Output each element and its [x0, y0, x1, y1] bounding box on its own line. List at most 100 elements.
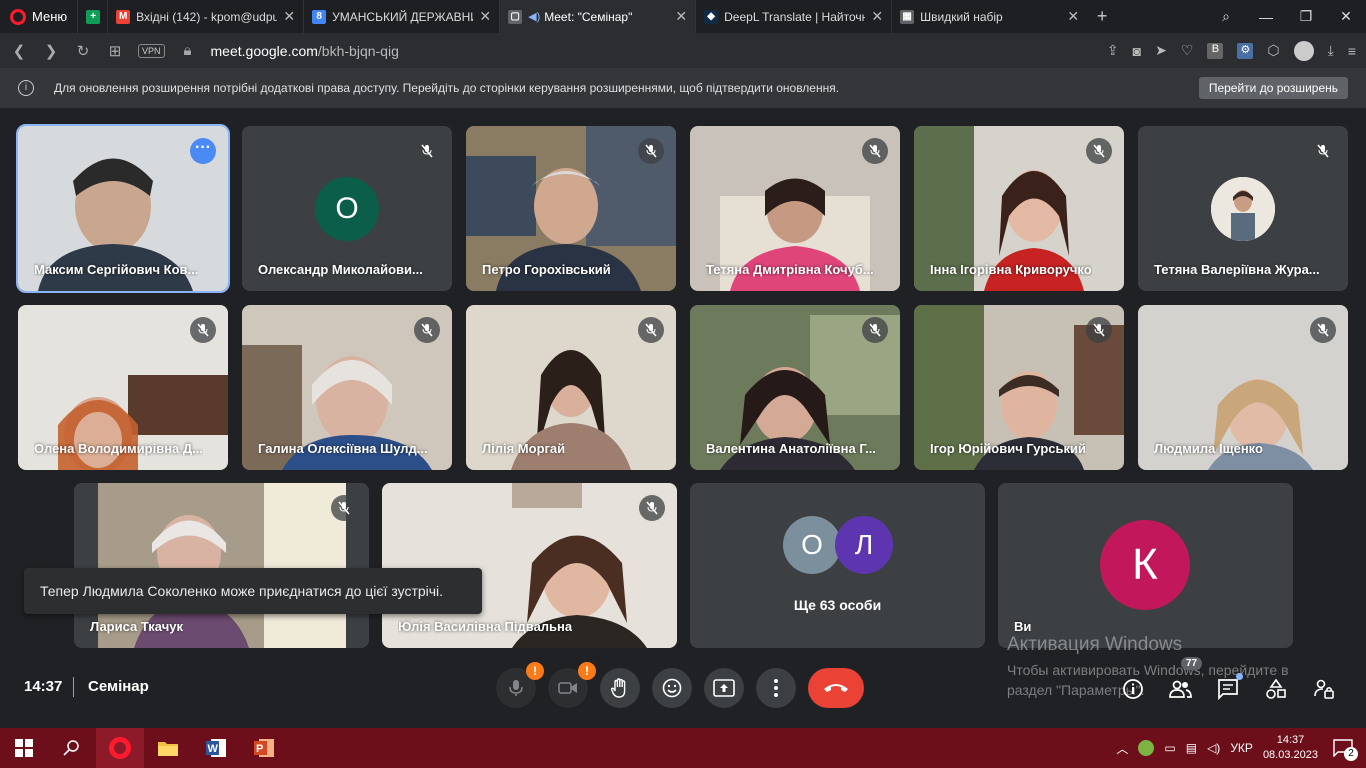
- reload-icon[interactable]: ↻: [74, 42, 92, 60]
- participant-tile[interactable]: Галина Олексіївна Шулд...: [242, 305, 452, 470]
- participant-tile[interactable]: Олена Володимирівна Д...: [18, 305, 228, 470]
- url-path: /bkh-bjqn-qig: [317, 42, 399, 59]
- windows-logo-icon: [15, 739, 33, 757]
- activities-button[interactable]: [1263, 676, 1289, 702]
- chat-icon: [1218, 679, 1238, 700]
- close-icon[interactable]: ✕: [871, 8, 883, 25]
- microphone-button[interactable]: !: [496, 662, 544, 708]
- more-options-icon[interactable]: ···: [190, 138, 216, 164]
- forward-icon[interactable]: ❯: [42, 42, 60, 60]
- close-icon[interactable]: ✕: [675, 8, 687, 25]
- send-icon[interactable]: ➤: [1155, 42, 1167, 59]
- notification-count: 2: [1344, 747, 1358, 761]
- present-screen-button[interactable]: [704, 668, 744, 708]
- tray-app-icon[interactable]: [1138, 740, 1155, 756]
- host-controls-button[interactable]: [1311, 676, 1337, 702]
- participant-tile[interactable]: Лариса Ткачук: [74, 483, 369, 648]
- extension-b-icon[interactable]: B: [1207, 42, 1224, 59]
- participant-tile[interactable]: Людмила Іщенко: [1138, 305, 1348, 470]
- activation-title: Активация Windows: [1007, 634, 1183, 655]
- download-icon[interactable]: ⤓: [1328, 42, 1334, 59]
- language-indicator[interactable]: УКР: [1230, 741, 1253, 755]
- smile-icon: [662, 678, 682, 698]
- opera-icon: [109, 737, 131, 759]
- clock[interactable]: 14:37 08.03.2023: [1263, 733, 1318, 763]
- start-button[interactable]: [0, 728, 48, 768]
- powerpoint-icon: P: [254, 739, 274, 757]
- mic-off-icon: [1086, 138, 1112, 164]
- new-tab-button[interactable]: +: [1087, 6, 1117, 27]
- self-tile[interactable]: К Ви: [998, 483, 1293, 648]
- participant-name: Тетяна Валеріївна Жура...: [1154, 262, 1320, 277]
- tabs-grid-icon[interactable]: ⊞: [106, 42, 124, 60]
- cube-icon[interactable]: ⬡: [1267, 42, 1279, 59]
- participant-tile[interactable]: Тетяна Валеріївна Жура...: [1138, 126, 1348, 291]
- restore-button[interactable]: ❐: [1286, 8, 1326, 25]
- participant-tile[interactable]: О Олександр Миколайови...: [242, 126, 452, 291]
- more-options-button[interactable]: [756, 668, 796, 708]
- search-tabs-icon[interactable]: ⌕: [1206, 8, 1246, 25]
- go-to-extensions-button[interactable]: Перейти до розширень: [1198, 77, 1348, 99]
- network-icon[interactable]: ▤: [1186, 741, 1197, 755]
- participant-tile[interactable]: Валентина Анатоліївна Г...: [690, 305, 900, 470]
- emoji-reactions-button[interactable]: [652, 668, 692, 708]
- tab-deepl[interactable]: ◆ DeepL Translate | Найточні ✕: [695, 0, 891, 33]
- leave-call-button[interactable]: [808, 668, 864, 708]
- participant-tile[interactable]: Ігор Юрійович Гурський: [914, 305, 1124, 470]
- back-icon[interactable]: ❮: [10, 42, 28, 60]
- menu-dots-icon[interactable]: ≡: [1348, 43, 1356, 59]
- raise-hand-button[interactable]: [600, 668, 640, 708]
- taskbar-word[interactable]: W: [192, 728, 240, 768]
- participant-tile[interactable]: Інна Ігорівна Криворучко: [914, 126, 1124, 291]
- vpn-badge[interactable]: VPN: [138, 43, 165, 58]
- participant-name: Інна Ігорівна Криворучко: [930, 262, 1092, 277]
- tab-meet[interactable]: ▢ ◀) Meet: "Семінар" ✕: [499, 0, 696, 33]
- taskbar-explorer[interactable]: [144, 728, 192, 768]
- url-field[interactable]: meet.google.com/bkh-bjqn-qig: [211, 43, 1093, 59]
- camera-icon: [558, 682, 577, 694]
- folder-sync-icon[interactable]: ▭: [1164, 741, 1175, 755]
- close-icon[interactable]: ✕: [479, 8, 491, 25]
- participant-tile[interactable]: Петро Горохівський: [466, 126, 676, 291]
- minimize-button[interactable]: —: [1246, 9, 1286, 25]
- tab-gmail[interactable]: M Вхідні (142) - kpom@udpu ✕: [107, 0, 303, 33]
- participant-tile[interactable]: Юлія Василівна Підвальна: [382, 483, 677, 648]
- tab-calendar[interactable]: 8 УМАНСЬКИЙ ДЕРЖАВНИ ✕: [303, 0, 499, 33]
- participant-tile[interactable]: Лілія Моргай: [466, 305, 676, 470]
- meeting-details-button[interactable]: [1120, 676, 1146, 702]
- mic-off-icon: [414, 138, 440, 164]
- taskbar-powerpoint[interactable]: P: [240, 728, 288, 768]
- camera-icon[interactable]: ◙: [1133, 43, 1141, 59]
- speaker-icon: ◀): [528, 11, 541, 23]
- taskbar-opera[interactable]: [96, 728, 144, 768]
- avatar: [1211, 177, 1275, 241]
- participant-tile[interactable]: ··· Максим Сергійович Ков...: [16, 124, 230, 293]
- tab-pinned[interactable]: +: [77, 0, 107, 33]
- volume-icon[interactable]: ◁): [1207, 741, 1220, 755]
- close-icon[interactable]: ✕: [1067, 8, 1079, 25]
- chat-button[interactable]: [1215, 673, 1243, 702]
- profile-avatar[interactable]: [1293, 40, 1314, 61]
- folder-icon: [158, 742, 178, 756]
- close-icon[interactable]: ✕: [283, 8, 295, 25]
- join-notification-toast: Тепер Людмила Соколенко може приєднатися…: [24, 568, 482, 614]
- chevron-up-icon[interactable]: ︿: [1116, 740, 1128, 757]
- participant-tile[interactable]: Тетяна Дмитрівна Кочуб...: [690, 126, 900, 291]
- phone-hangup-icon: [824, 684, 848, 692]
- more-vert-icon: [774, 679, 778, 697]
- camera-button[interactable]: !: [548, 662, 596, 708]
- others-tile[interactable]: О Л Ще 63 особи: [690, 483, 985, 648]
- others-count-label: Ще 63 особи: [793, 597, 882, 613]
- close-window-button[interactable]: ✕: [1326, 8, 1366, 25]
- tab-speed-dial[interactable]: ▦ Швидкий набір ✕: [891, 0, 1087, 33]
- notifications-button[interactable]: 2: [1328, 733, 1358, 763]
- lock-icon[interactable]: 🔒︎: [179, 42, 197, 59]
- windows-taskbar: W P ︿ ▭ ▤ ◁) УКР 14:37 08.03.2023 2: [0, 728, 1366, 768]
- opera-menu-button[interactable]: Меню: [0, 0, 77, 33]
- heart-icon[interactable]: ♡: [1181, 42, 1194, 59]
- share-icon[interactable]: ⇪: [1107, 42, 1119, 59]
- people-button[interactable]: [1167, 676, 1193, 702]
- url-domain: meet.google.com: [210, 42, 318, 59]
- search-button[interactable]: [48, 728, 96, 768]
- extension-icon[interactable]: ⚙: [1237, 42, 1254, 59]
